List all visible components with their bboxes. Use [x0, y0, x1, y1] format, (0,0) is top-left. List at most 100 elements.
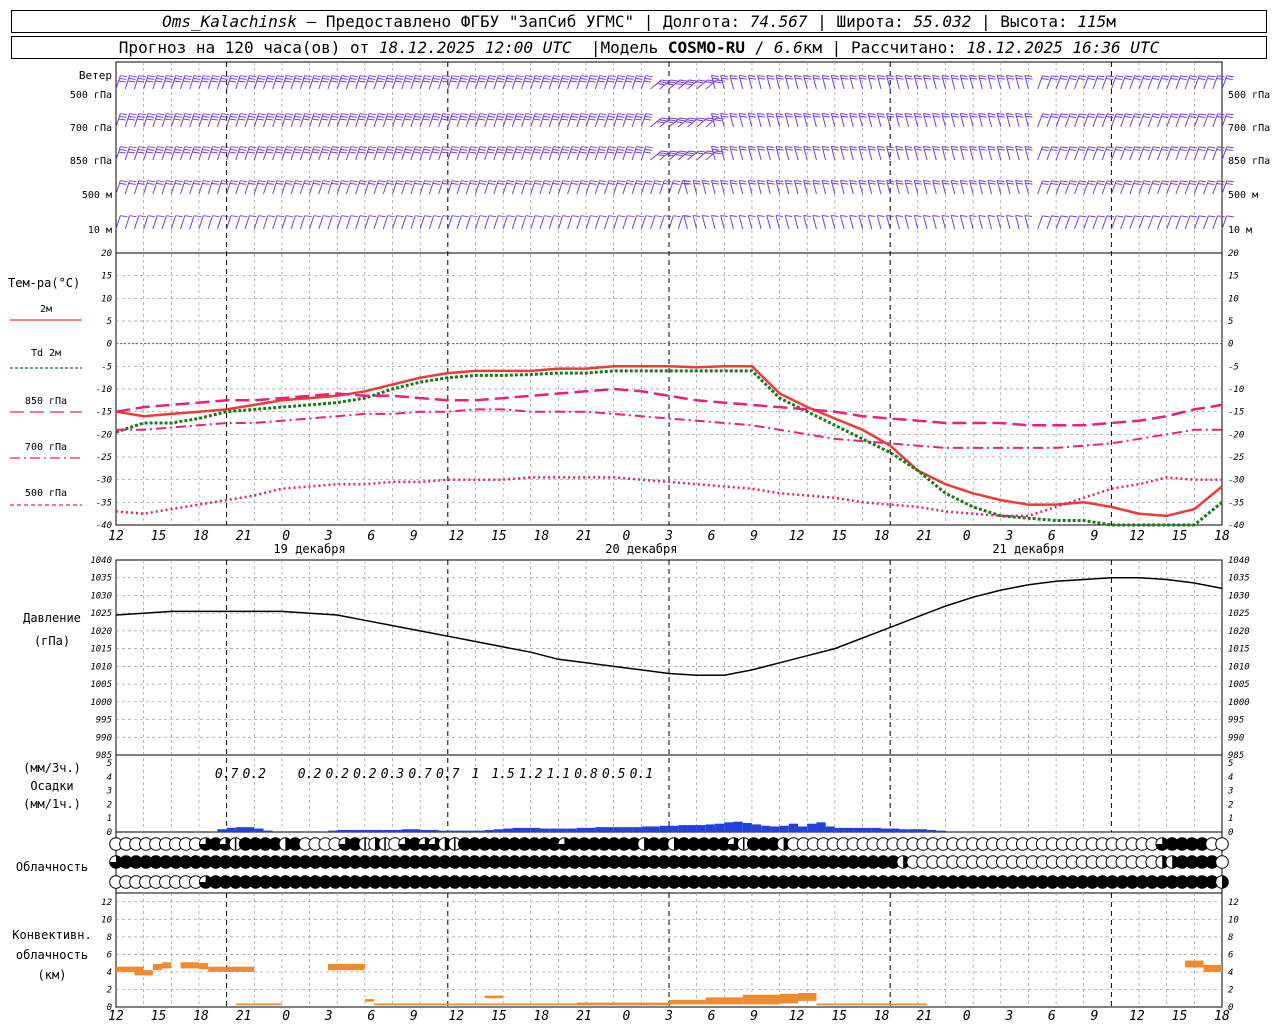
wind-barb-feather — [147, 180, 156, 183]
wind-barb-feather — [914, 77, 923, 80]
wind-barb-feather — [987, 179, 996, 182]
wind-barb-feather — [1208, 75, 1216, 78]
precip-bar — [825, 826, 835, 832]
wind-barb — [932, 214, 940, 230]
wind-barb-feather — [432, 77, 440, 80]
wind-barb-staff — [521, 146, 527, 161]
wind-barb-feather — [757, 112, 765, 115]
meteogram-svg: Ветер500 гПа 500 гПа700 гПа 700 гПа850 гПа… — [8, 61, 1270, 1024]
wind-barb-feather — [460, 115, 468, 118]
wind-barb-feather — [286, 180, 294, 183]
wind-barb-feather — [136, 118, 145, 121]
wind-barb-feather — [1161, 115, 1169, 118]
wind-barb-feather — [275, 118, 283, 121]
wind-barb — [683, 214, 691, 230]
wind-barb — [1005, 214, 1014, 230]
precip-bar — [595, 827, 605, 832]
wind-barb-feather — [571, 115, 579, 118]
conv-bar — [576, 1002, 669, 1006]
wind-barb-staff — [1037, 146, 1043, 161]
wind-barb-feather — [157, 113, 165, 116]
hour-tick-label: 9 — [410, 529, 418, 544]
wind-barb-staff — [1074, 146, 1080, 161]
wind-barb-feather — [840, 74, 848, 77]
precip-bar — [272, 831, 282, 832]
wind-barb-staff — [115, 113, 121, 128]
wind-barb-staff — [1005, 75, 1011, 90]
wind-barb-staff — [502, 180, 508, 195]
wind-barb-feather — [1152, 182, 1160, 185]
wind-barb-feather — [516, 75, 524, 78]
wind-barb-feather — [673, 215, 681, 218]
wind-barb-feather — [395, 115, 404, 118]
wind-barb-feather — [895, 214, 903, 217]
wind-barb-feather — [147, 113, 156, 116]
wind-barb — [729, 214, 737, 230]
wind-barb-staff — [747, 215, 753, 230]
wind-barb-feather — [221, 113, 229, 116]
wind-barb-feather — [155, 118, 163, 121]
wind-barb-feather — [960, 179, 968, 182]
wind-barb-feather — [147, 146, 156, 149]
wind-barb-feather — [886, 112, 894, 115]
precip-tick-label-right: 5 — [1228, 759, 1233, 769]
wind-barb-staff — [840, 180, 845, 195]
wind-barb-feather — [1059, 115, 1068, 118]
wind-barb-feather — [626, 182, 634, 185]
wind-barb-feather — [147, 148, 155, 151]
wind-barb-feather — [173, 80, 181, 83]
wind-barb-feather — [331, 77, 339, 80]
wind-level-label-right: 10 м — [1228, 225, 1252, 236]
wind-barb-staff — [677, 180, 684, 195]
wind-barb-feather — [695, 119, 704, 122]
wind-barb-feather — [739, 179, 747, 182]
wind-barb-feather — [895, 74, 903, 77]
wind-barb-staff — [622, 113, 628, 128]
wind-barb — [757, 179, 766, 195]
precip-bar — [512, 827, 522, 832]
wind-barb-feather — [636, 180, 644, 183]
precip-bar — [844, 827, 854, 832]
wind-barb-staff — [133, 180, 140, 195]
wind-barb-staff — [392, 146, 398, 161]
wind-barb-staff — [1101, 215, 1108, 230]
wind-barb-feather — [1059, 77, 1068, 80]
wind-barb-feather — [1171, 75, 1179, 78]
wind-barb-feather — [1226, 113, 1234, 116]
wind-barb-feather — [570, 80, 578, 83]
pressure-tick-label-right: 1025 — [1228, 609, 1250, 619]
wind-barb-feather — [1179, 148, 1187, 151]
precip-bar — [493, 829, 504, 832]
wind-barb — [738, 74, 747, 90]
wind-barb-feather — [295, 215, 303, 218]
wind-barb — [793, 179, 803, 195]
precip-bar — [678, 825, 688, 832]
wind-barb-feather — [441, 77, 450, 80]
wind-barb-staff — [886, 146, 891, 161]
wind-barb-staff — [1037, 215, 1043, 230]
wind-barb — [904, 145, 913, 161]
wind-barb-staff — [180, 75, 186, 90]
wind-barb-feather — [643, 151, 652, 154]
wind-barb-staff — [757, 113, 762, 128]
wind-barb-feather — [625, 118, 633, 121]
wind-barb-feather — [670, 117, 678, 120]
wind-barb-feather — [579, 151, 587, 154]
wind-barb-feather — [387, 75, 395, 78]
wind-barb-staff — [631, 180, 637, 195]
wind-barb-staff — [152, 75, 158, 90]
wind-barb-feather — [785, 182, 793, 185]
precip-bar — [669, 825, 679, 832]
wind-barb-feather — [424, 215, 432, 218]
wind-barb-feather — [627, 180, 635, 183]
wind-barb-staff — [604, 113, 610, 128]
wind-barb-feather — [441, 151, 449, 154]
precip-3h-label: 0.7 — [408, 767, 432, 782]
wind-barb-feather — [551, 118, 559, 121]
wind-barb-staff — [484, 215, 490, 230]
wind-barb-feather — [914, 214, 922, 217]
wind-barb-feather — [470, 180, 478, 183]
hour-tick-label-bottom: 12 — [1129, 1009, 1145, 1024]
wind-barb-feather — [688, 117, 697, 120]
wind-barb-staff — [410, 180, 416, 195]
